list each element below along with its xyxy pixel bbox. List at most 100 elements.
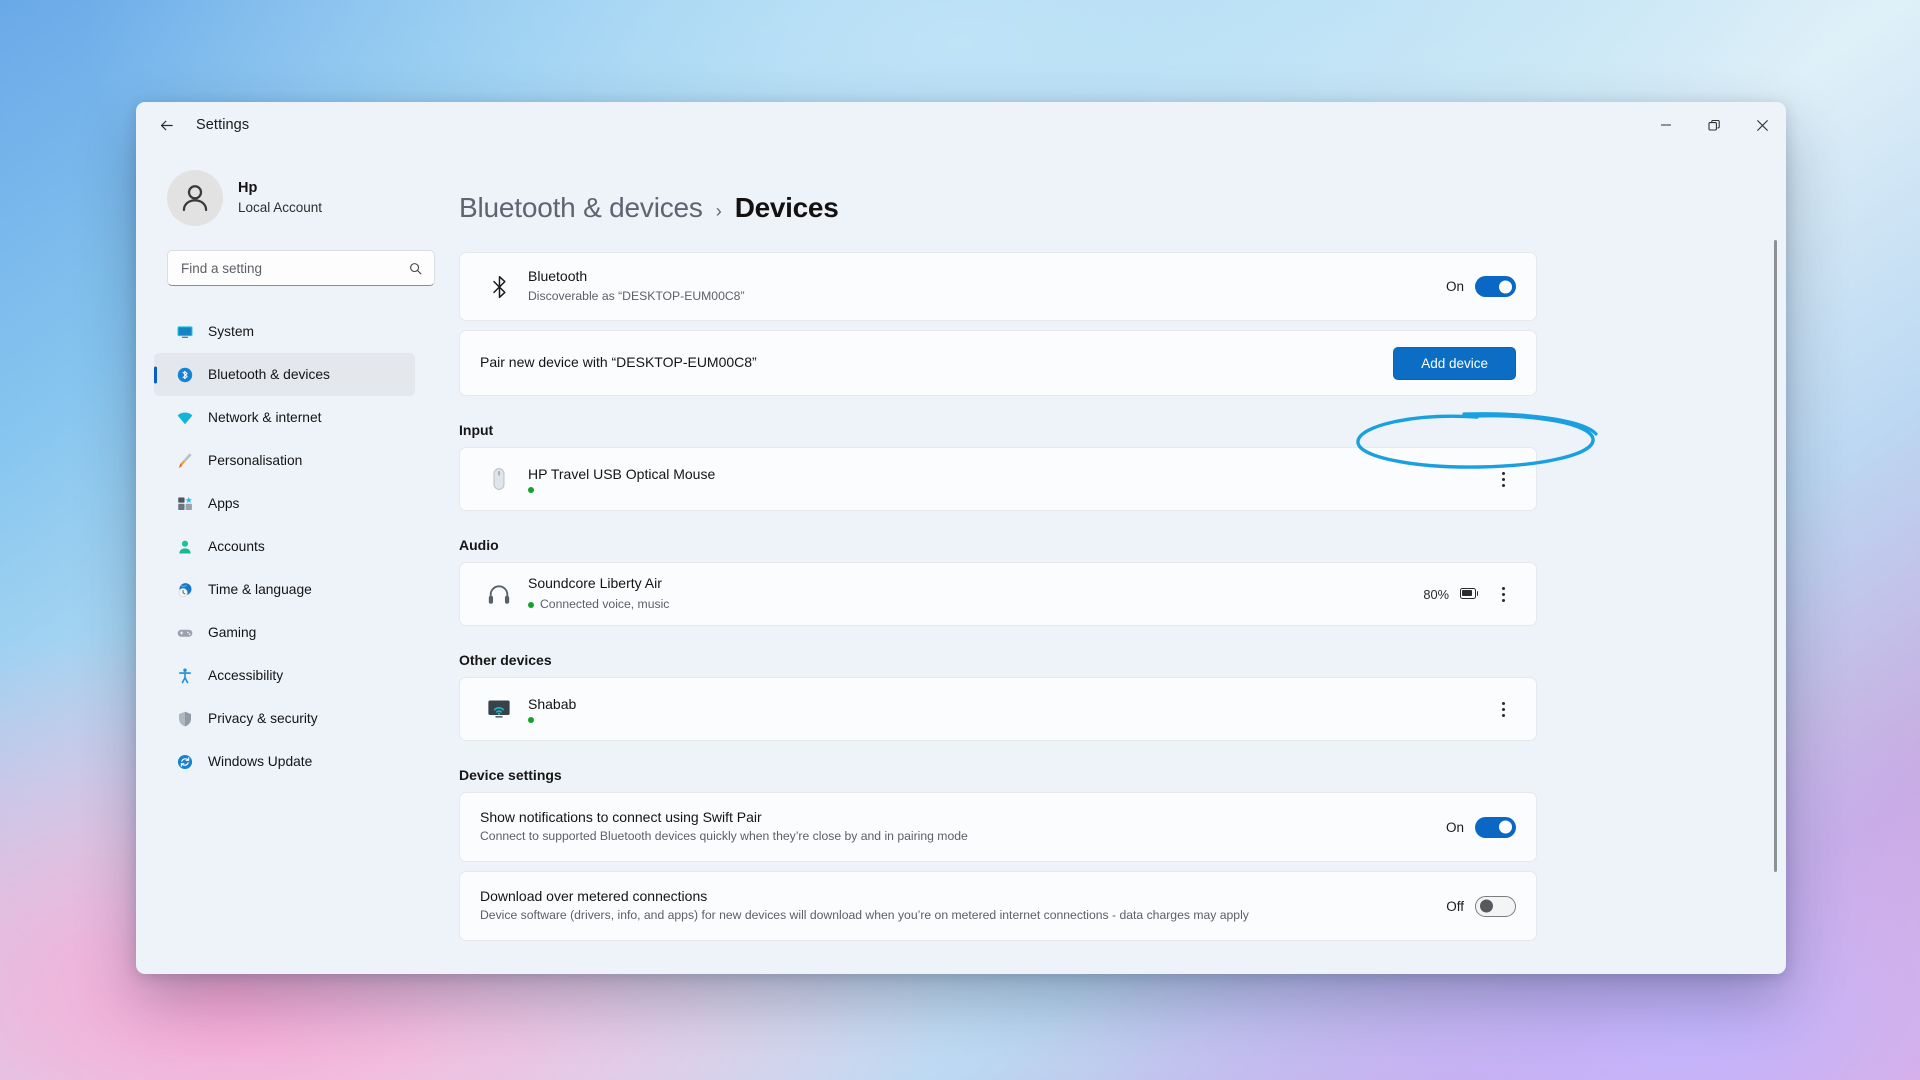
sidebar-item-accounts[interactable]: Accounts <box>154 525 415 568</box>
device-sections: Input HP Travel USB Optical Mouse Audio <box>459 422 1704 941</box>
sidebar-item-label: System <box>208 324 254 339</box>
device-setting-card: Show notifications to connect using Swif… <box>459 792 1537 862</box>
setting-title: Show notifications to connect using Swif… <box>480 808 762 825</box>
kebab-menu-icon[interactable] <box>1490 694 1516 724</box>
bluetooth-title: Bluetooth <box>528 268 588 285</box>
breadcrumb-parent[interactable]: Bluetooth & devices <box>459 192 703 224</box>
account-type: Local Account <box>238 199 323 215</box>
sidebar-item-privacy-security[interactable]: Privacy & security <box>154 697 415 740</box>
monitor-icon <box>176 323 194 341</box>
setting-subtitle: Connect to supported Bluetooth devices q… <box>480 829 968 844</box>
sidebar-item-apps[interactable]: Apps <box>154 482 415 525</box>
device-row[interactable]: Shabab <box>460 678 1536 740</box>
setting-subtitle: Device software (drivers, info, and apps… <box>480 908 1249 923</box>
window-controls <box>1642 102 1786 148</box>
sidebar-item-label: Network & internet <box>208 410 322 425</box>
bluetooth-card: Bluetooth Discoverable as “DESKTOP-EUM00… <box>459 252 1537 321</box>
desktop-wallpaper: Settings Hp Local Account Find a setting… <box>0 0 1920 1080</box>
add-device-button[interactable]: Add device <box>1393 346 1516 380</box>
setting-toggle-label: On <box>1445 819 1464 835</box>
sidebar-item-system[interactable]: System <box>154 310 415 353</box>
close-icon <box>1756 119 1768 131</box>
pair-device-card: Pair new device with “DESKTOP-EUM00C8” A… <box>459 330 1537 396</box>
search-icon <box>410 262 422 274</box>
status-dot <box>528 487 534 494</box>
scrollbar-thumb[interactable] <box>1774 240 1777 872</box>
sidebar-item-bluetooth-devices[interactable]: Bluetooth & devices <box>154 353 415 396</box>
update-icon <box>176 753 194 771</box>
bluetooth-subtitle: Discoverable as “DESKTOP-EUM00C8” <box>528 288 745 303</box>
device-settings-heading: Device settings <box>459 767 562 783</box>
battery-percent: 80% <box>1423 586 1449 602</box>
sidebar-item-windows-update[interactable]: Windows Update <box>154 740 415 783</box>
window-titlebar: Settings <box>136 102 1786 148</box>
bluetooth-toggle[interactable] <box>1475 276 1516 297</box>
paintbrush-icon <box>176 452 194 470</box>
breadcrumb: Bluetooth & devices › Devices <box>459 148 1704 252</box>
headphones-icon <box>480 581 518 607</box>
clock-globe-icon <box>176 581 194 599</box>
sidebar-item-network-internet[interactable]: Network & internet <box>154 396 415 439</box>
battery-icon <box>1460 588 1479 600</box>
device-status: Connected voice, music <box>540 597 670 612</box>
setting-toggle-label: Off <box>1446 898 1464 914</box>
account-icon <box>176 538 194 556</box>
kebab-menu-icon[interactable] <box>1490 464 1516 494</box>
sidebar-item-label: Accounts <box>208 539 265 554</box>
sidebar-item-personalisation[interactable]: Personalisation <box>154 439 415 482</box>
section-heading: Other devices <box>459 652 552 668</box>
status-dot <box>528 717 534 724</box>
page-title: Devices <box>734 192 839 223</box>
device-card: HP Travel USB Optical Mouse <box>459 447 1537 511</box>
device-name: Soundcore Liberty Air <box>528 574 662 591</box>
shield-icon <box>176 710 194 728</box>
apps-grid-icon <box>176 495 194 513</box>
sidebar-item-gaming[interactable]: Gaming <box>154 611 415 654</box>
sidebar-item-label: Personalisation <box>208 453 303 468</box>
setting-toggle[interactable] <box>1475 895 1516 917</box>
sidebar-nav: System Bluetooth & devices Network & int… <box>154 310 415 783</box>
sidebar-item-label: Bluetooth & devices <box>208 367 330 382</box>
account-summary[interactable]: Hp Local Account <box>154 148 415 236</box>
back-button[interactable] <box>148 109 184 141</box>
search-input[interactable] <box>181 260 408 276</box>
breadcrumb-separator-icon: › <box>715 201 722 221</box>
wireless-display-icon <box>480 696 518 722</box>
sidebar-item-label: Gaming <box>208 625 257 640</box>
mouse-icon <box>480 466 518 492</box>
person-icon <box>182 185 208 212</box>
search-box[interactable] <box>167 250 435 286</box>
sidebar-item-label: Privacy & security <box>208 711 318 726</box>
device-card: Soundcore Liberty Air Connected voice, m… <box>459 562 1537 626</box>
maximize-button[interactable] <box>1690 102 1738 148</box>
sidebar-item-label: Accessibility <box>208 668 284 683</box>
back-arrow-icon <box>160 120 173 130</box>
sidebar: Hp Local Account System Bluetooth & devi… <box>136 148 435 974</box>
restore-icon <box>1707 119 1720 131</box>
bluetooth-icon <box>480 275 518 299</box>
section-heading: Audio <box>459 537 499 553</box>
avatar <box>167 170 223 226</box>
close-button[interactable] <box>1738 102 1786 148</box>
setting-title: Download over metered connections <box>480 887 708 904</box>
device-name: Shabab <box>528 695 577 712</box>
sidebar-item-accessibility[interactable]: Accessibility <box>154 654 415 697</box>
sidebar-item-time-language[interactable]: Time & language <box>154 568 415 611</box>
accessibility-icon <box>176 667 194 685</box>
bluetooth-toggle-label: On <box>1445 279 1464 294</box>
setting-toggle[interactable] <box>1475 816 1516 838</box>
wifi-icon <box>176 409 194 427</box>
pair-device-text: Pair new device with “DESKTOP-EUM00C8” <box>480 354 757 371</box>
kebab-menu-icon[interactable] <box>1490 579 1516 609</box>
content-scrollbar[interactable] <box>1774 240 1777 974</box>
device-name: HP Travel USB Optical Mouse <box>528 465 716 482</box>
device-row[interactable]: Soundcore Liberty Air Connected voice, m… <box>460 563 1536 625</box>
settings-window: Settings Hp Local Account Find a setting… <box>136 102 1786 974</box>
device-row[interactable]: HP Travel USB Optical Mouse <box>460 448 1536 510</box>
minimize-button[interactable] <box>1642 102 1690 148</box>
status-dot <box>528 602 534 609</box>
minimize-icon <box>1661 124 1671 126</box>
device-card: Shabab <box>459 677 1537 741</box>
account-name: Hp <box>238 180 258 197</box>
sidebar-item-label: Time & language <box>208 582 312 597</box>
